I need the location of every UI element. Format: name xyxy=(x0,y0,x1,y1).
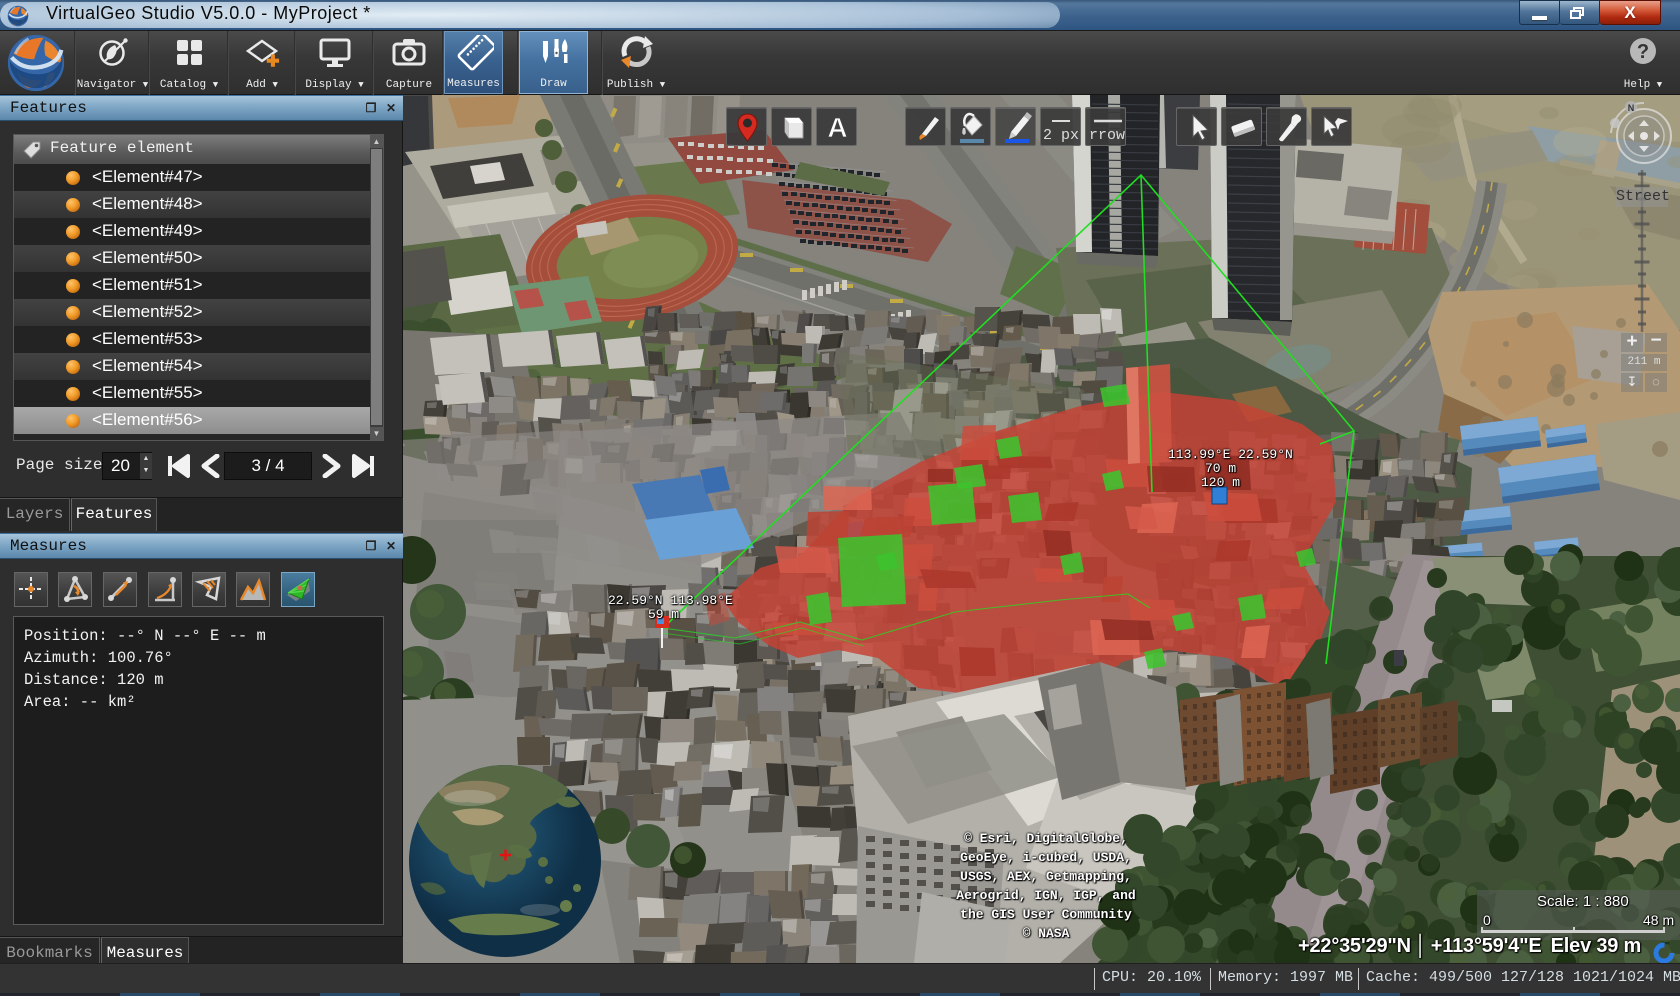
svg-text:rrow: rrow xyxy=(1089,127,1125,144)
svg-text:A: A xyxy=(827,112,847,143)
svg-text:N: N xyxy=(1628,103,1635,113)
svg-text:2 px: 2 px xyxy=(1043,127,1079,144)
svg-text:?: ? xyxy=(1637,41,1649,63)
